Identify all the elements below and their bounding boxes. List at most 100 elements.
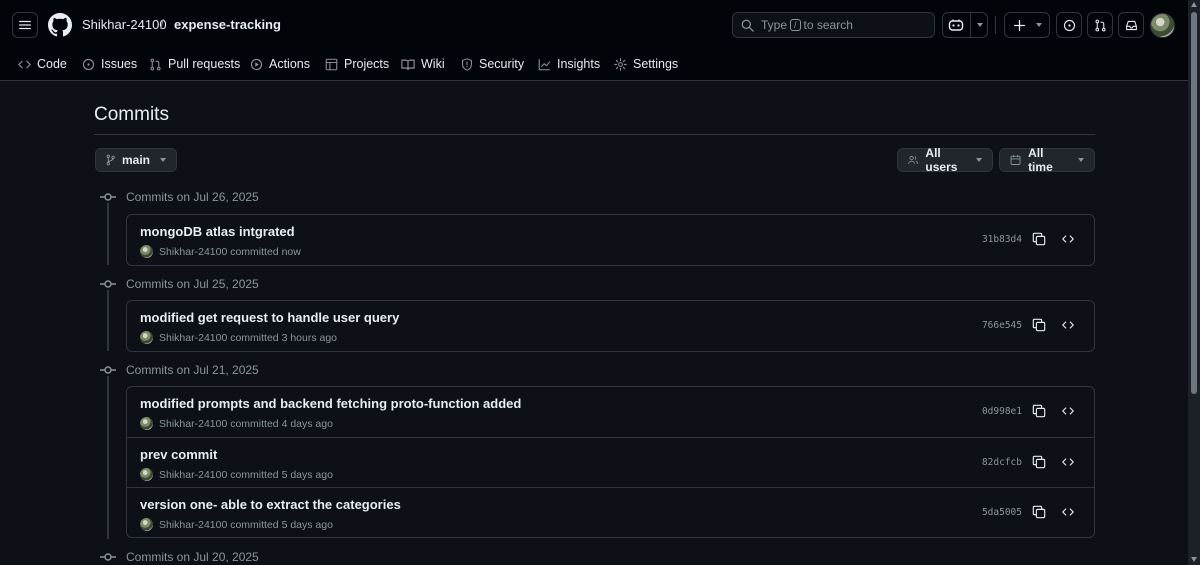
repo-nav: Code Issues Pull requests Actions Projec… (0, 50, 1188, 81)
commit-message-link[interactable]: modified get request to handle user quer… (140, 310, 399, 325)
commit-author[interactable]: Shikhar-24100 (159, 332, 227, 344)
users-filter-label: All users (925, 146, 958, 174)
tab-security[interactable]: Security (461, 55, 524, 73)
chevron-down-icon (160, 158, 166, 162)
commit-sha-link[interactable]: 82dcfcb (982, 457, 1022, 468)
github-logo-icon[interactable] (48, 13, 72, 37)
timeline-line (107, 290, 109, 351)
author-avatar[interactable] (140, 245, 153, 258)
browse-code-icon[interactable] (1061, 456, 1075, 468)
tab-insights[interactable]: Insights (538, 55, 600, 73)
commit-time: committed now (230, 245, 301, 258)
chevron-down-icon (1078, 158, 1084, 162)
issues-button[interactable] (1056, 12, 1082, 38)
commit-meta: Shikhar-24100 committed now (140, 245, 301, 258)
page-scrollbar[interactable] (1188, 0, 1200, 565)
commit-group-heading: Commits on Jul 20, 2025 (100, 550, 259, 564)
commit-node-icon (100, 193, 116, 201)
commit-sha-link[interactable]: 0d998e1 (982, 406, 1022, 417)
tab-actions[interactable]: Actions (250, 55, 310, 73)
inbox-button[interactable] (1118, 12, 1144, 38)
tab-wiki[interactable]: Wiki (401, 55, 445, 73)
tab-label: Projects (344, 57, 390, 71)
tab-label: Actions (269, 57, 310, 71)
user-avatar[interactable] (1150, 13, 1175, 38)
breadcrumb-owner[interactable]: Shikhar-24100 (82, 17, 167, 32)
branch-selector[interactable]: main (95, 148, 177, 172)
copy-icon[interactable] (1032, 232, 1046, 246)
copy-icon[interactable] (1032, 404, 1046, 418)
author-avatar[interactable] (140, 331, 153, 344)
commit-node-icon (100, 280, 116, 288)
tab-issues[interactable]: Issues (82, 55, 137, 73)
browse-code-icon[interactable] (1061, 405, 1075, 417)
commit-message-link[interactable]: modified prompts and backend fetching pr… (140, 396, 521, 411)
tab-label: Wiki (421, 57, 445, 71)
commit-time: committed 5 days ago (230, 518, 333, 531)
search-shortcut-key: / (790, 19, 801, 31)
chevron-down-icon (976, 158, 982, 162)
people-icon (908, 155, 919, 164)
timeline-line (107, 203, 109, 265)
tab-settings[interactable]: Settings (614, 55, 678, 73)
commit-node-icon (100, 366, 116, 374)
timeline-line (107, 376, 109, 539)
commit-meta: Shikhar-24100 committed 4 days ago (140, 417, 333, 430)
button-split-divider (969, 12, 971, 38)
tab-label: Issues (101, 57, 138, 71)
commit-author[interactable]: Shikhar-24100 (159, 469, 227, 481)
copilot-button[interactable] (942, 12, 988, 38)
pull-request-icon (150, 58, 161, 70)
commit-list: modified get request to handle user quer… (126, 300, 1095, 352)
chevron-down-icon (976, 23, 983, 27)
tab-pull-requests[interactable]: Pull requests (149, 55, 240, 73)
commit-group-date: Commits on Jul 20, 2025 (126, 550, 259, 564)
create-new-button[interactable] (1004, 12, 1050, 38)
issue-icon (1063, 19, 1075, 31)
plus-icon (1013, 19, 1025, 31)
commit-message-link[interactable]: version one- able to extract the categor… (140, 497, 401, 512)
commit-row: mongoDB atlas intgrated Shikhar-24100 co… (127, 215, 1094, 265)
book-icon (401, 59, 415, 70)
commit-sha-link[interactable]: 766e545 (982, 320, 1022, 331)
commit-row: modified prompts and backend fetching pr… (127, 387, 1094, 437)
page-title: Commits (94, 104, 169, 125)
browse-code-icon[interactable] (1061, 319, 1075, 331)
scroll-up-icon[interactable] (1191, 2, 1197, 7)
tab-label: Security (479, 57, 525, 71)
inbox-icon (1125, 20, 1137, 30)
copy-icon[interactable] (1032, 455, 1046, 469)
menu-button[interactable] (12, 12, 38, 38)
commit-list: modified prompts and backend fetching pr… (126, 386, 1095, 538)
commit-time: committed 3 hours ago (230, 331, 338, 344)
search-input[interactable]: Type / to search (732, 12, 935, 38)
commit-group-date: Commits on Jul 25, 2025 (126, 277, 259, 291)
commit-sha-link[interactable]: 31b83d4 (982, 234, 1022, 245)
breadcrumb-repo[interactable]: expense-tracking (174, 17, 281, 32)
pull-requests-button[interactable] (1087, 12, 1113, 38)
author-avatar[interactable] (140, 468, 153, 481)
browse-code-icon[interactable] (1061, 233, 1075, 245)
commit-author[interactable]: Shikhar-24100 (159, 246, 227, 258)
commit-row: version one- able to extract the categor… (127, 487, 1094, 537)
commit-sha-link[interactable]: 5da5005 (982, 507, 1022, 518)
users-filter[interactable]: All users (897, 146, 993, 174)
author-avatar[interactable] (140, 417, 153, 430)
branch-icon (106, 154, 115, 166)
tab-label: Settings (633, 57, 679, 71)
commit-group-heading: Commits on Jul 26, 2025 (100, 190, 259, 204)
commit-message-link[interactable]: mongoDB atlas intgrated (140, 224, 295, 239)
commit-author[interactable]: Shikhar-24100 (159, 519, 227, 531)
browse-code-icon[interactable] (1061, 506, 1075, 518)
author-avatar[interactable] (140, 518, 153, 531)
commit-author[interactable]: Shikhar-24100 (159, 418, 227, 430)
tab-projects[interactable]: Projects (325, 55, 389, 73)
scroll-down-icon[interactable] (1191, 557, 1197, 562)
commit-meta: Shikhar-24100 committed 5 days ago (140, 518, 333, 531)
copy-icon[interactable] (1032, 318, 1046, 332)
tab-code[interactable]: Code (18, 55, 67, 73)
time-filter[interactable]: All time (999, 146, 1095, 174)
copy-icon[interactable] (1032, 505, 1046, 519)
scrollbar-thumb[interactable] (1191, 12, 1197, 394)
commit-message-link[interactable]: prev commit (140, 447, 217, 462)
